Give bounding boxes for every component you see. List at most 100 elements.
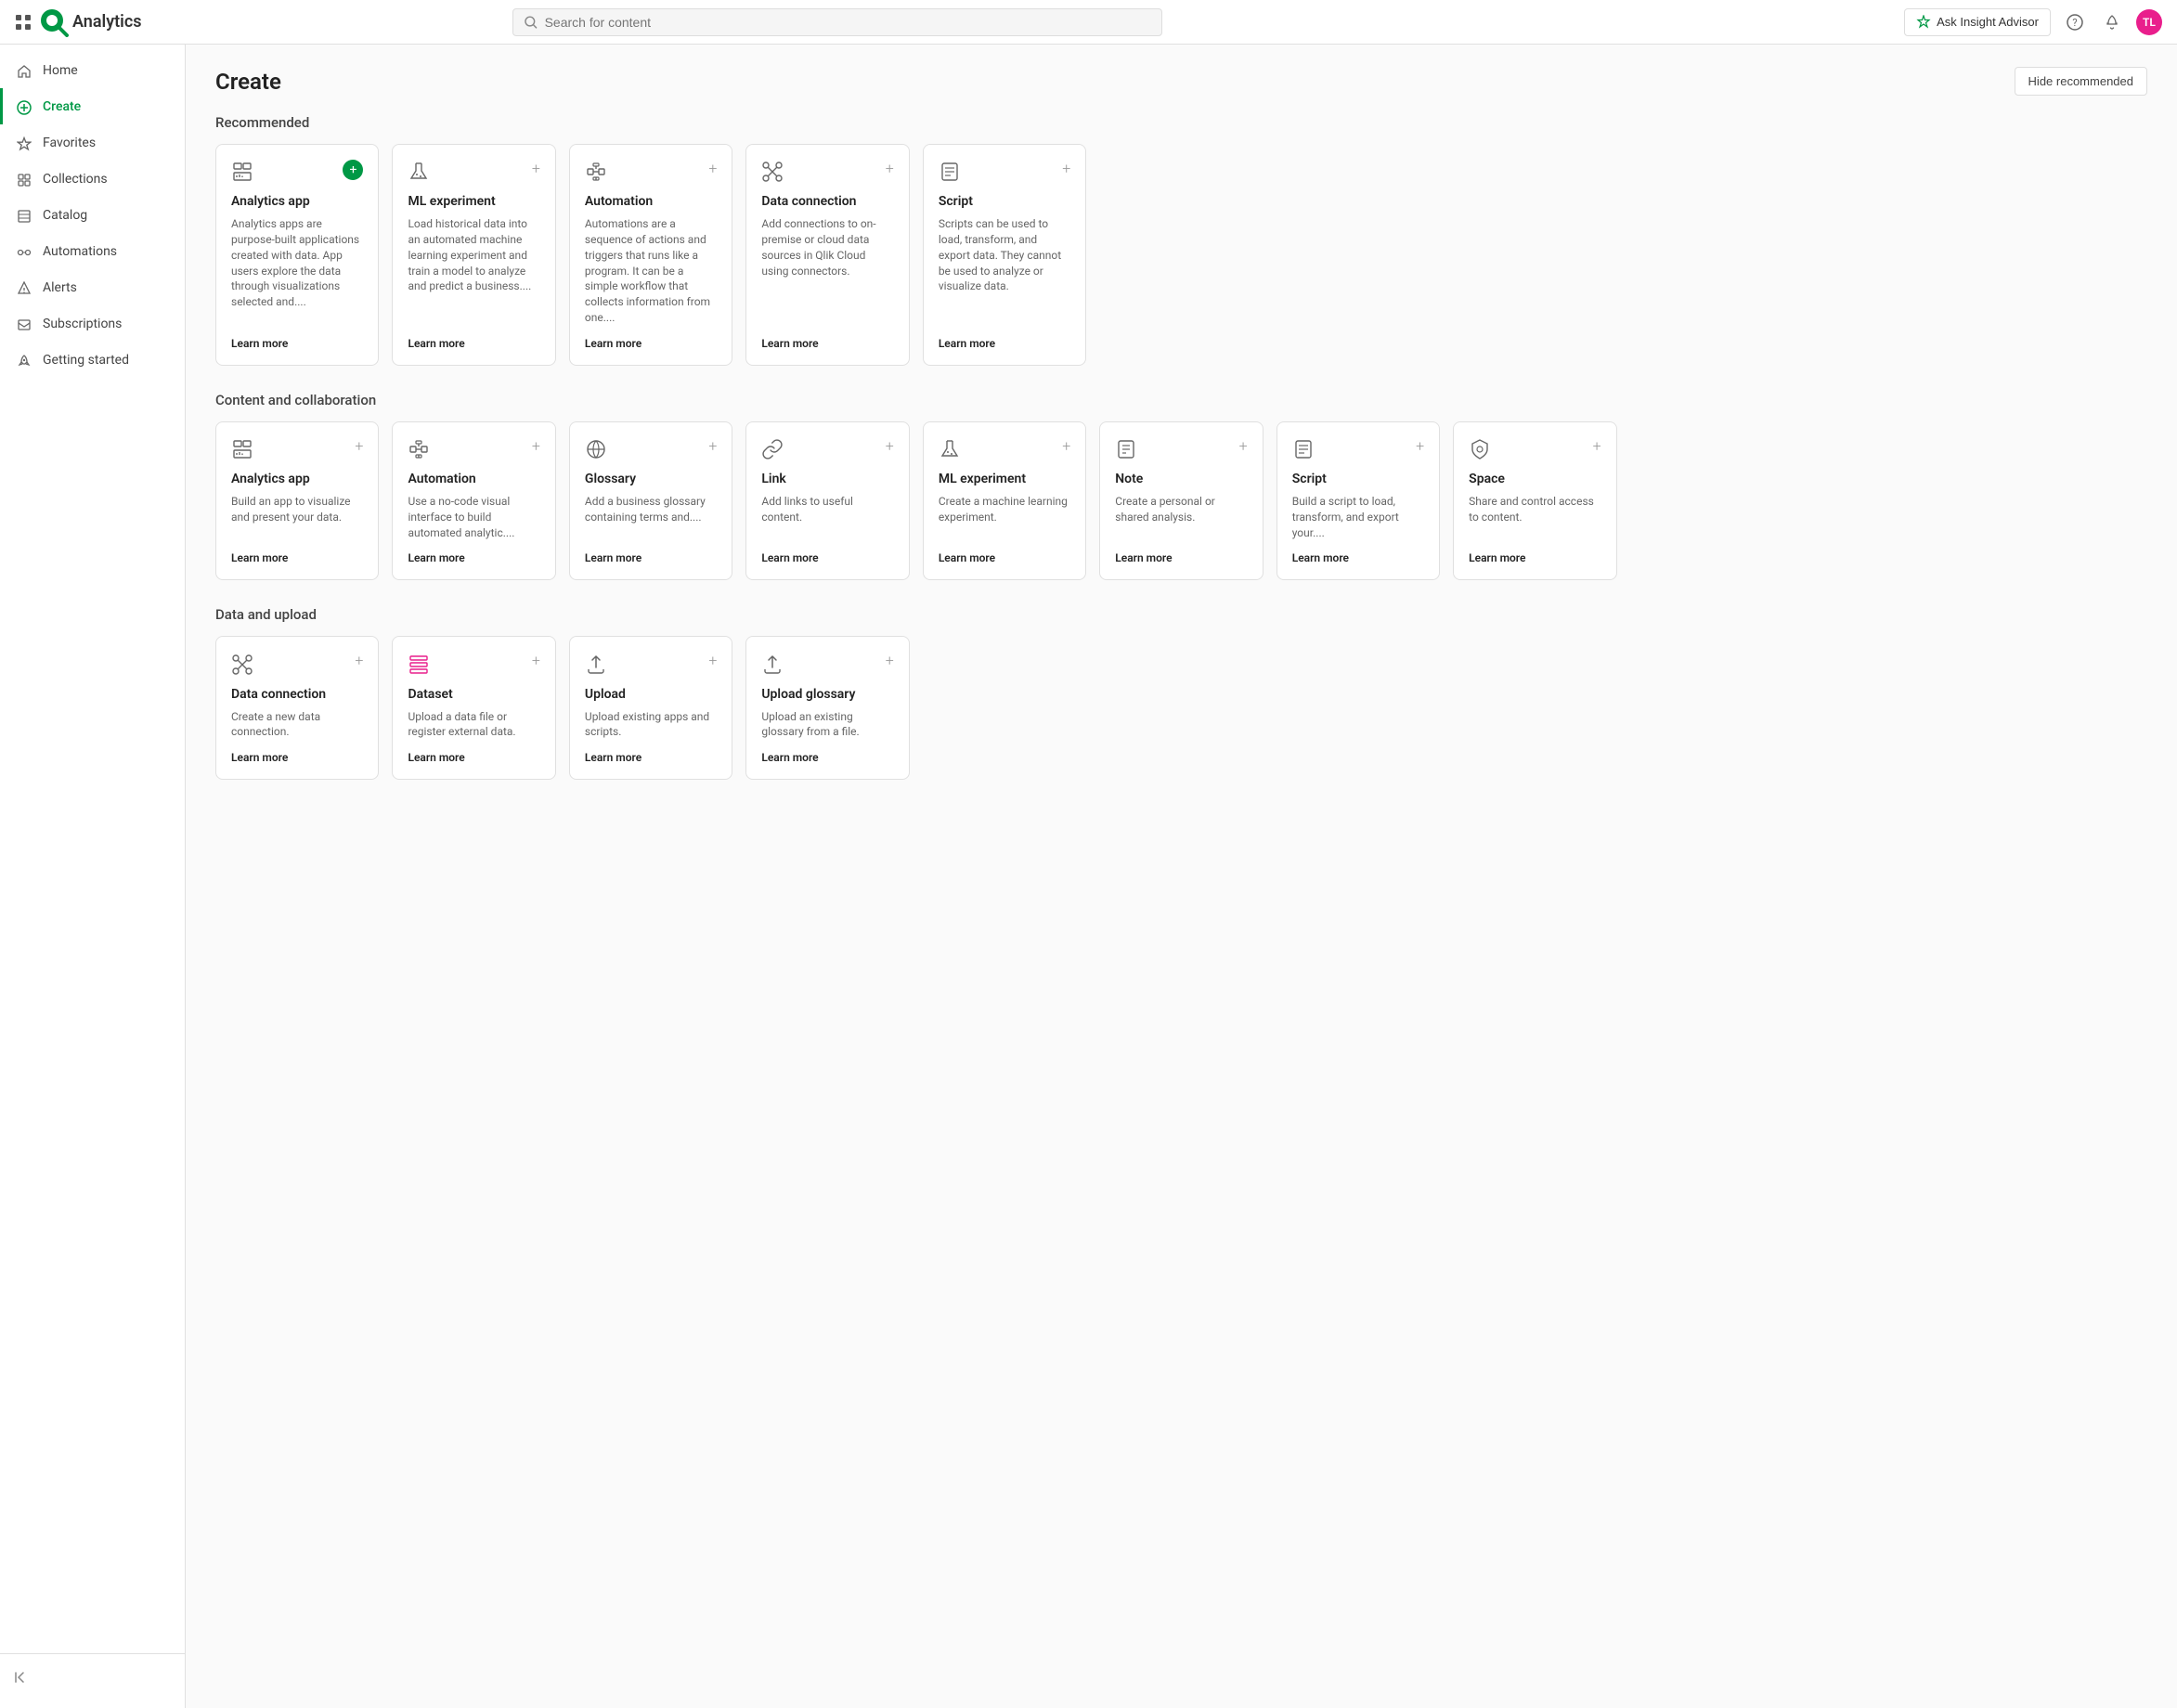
- ml-experiment-icon: [939, 437, 961, 460]
- card-add-button[interactable]: +: [1416, 437, 1424, 455]
- card-learn-more[interactable]: Learn more: [585, 751, 717, 764]
- card-add-button[interactable]: +: [708, 160, 717, 177]
- card-add-button[interactable]: +: [708, 652, 717, 669]
- card-learn-more[interactable]: Learn more: [1469, 551, 1600, 564]
- topnav: Analytics Ask Insight Advisor ?: [0, 0, 2177, 45]
- card-learn-more[interactable]: Learn more: [1115, 551, 1247, 564]
- card-header: +: [1115, 437, 1247, 460]
- card-name: Upload: [585, 687, 717, 702]
- card-name: Script: [939, 194, 1070, 209]
- card-add-button[interactable]: +: [532, 437, 540, 455]
- card-glossary[interactable]: +GlossaryAdd a business glossary contain…: [569, 421, 732, 581]
- card-ml-experiment[interactable]: +ML experimentCreate a machine learning …: [923, 421, 1086, 581]
- card-add-button[interactable]: +: [1062, 160, 1070, 177]
- card-header: +: [408, 160, 539, 183]
- card-learn-more[interactable]: Learn more: [408, 551, 539, 564]
- card-upload-glossary[interactable]: +Upload glossaryUpload an existing gloss…: [745, 636, 909, 780]
- card-automation[interactable]: +AutomationAutomations are a sequence of…: [569, 144, 732, 366]
- card-analytics-app[interactable]: +Analytics appBuild an app to visualize …: [215, 421, 379, 581]
- grid-menu-icon[interactable]: [15, 12, 32, 32]
- collapse-sidebar-button[interactable]: [0, 1662, 185, 1693]
- card-name: ML experiment: [408, 194, 539, 209]
- card-description: Create a personal or shared analysis.: [1115, 494, 1247, 540]
- card-name: Space: [1469, 472, 1600, 486]
- card-add-button[interactable]: +: [343, 160, 363, 180]
- card-ml-experiment[interactable]: +ML experimentLoad historical data into …: [392, 144, 555, 366]
- data-connection-icon: [231, 652, 253, 675]
- script-icon: [1292, 437, 1315, 460]
- notifications-icon[interactable]: [2099, 9, 2125, 35]
- card-dataset[interactable]: +DatasetUpload a data file or register e…: [392, 636, 555, 780]
- sidebar-item-alerts[interactable]: Alerts: [0, 269, 185, 305]
- sidebar-item-favorites[interactable]: Favorites: [0, 124, 185, 161]
- card-note[interactable]: +NoteCreate a personal or shared analysi…: [1099, 421, 1263, 581]
- sidebar-item-automations[interactable]: Automations: [0, 233, 185, 269]
- card-space[interactable]: +SpaceShare and control access to conten…: [1453, 421, 1616, 581]
- card-data-connection[interactable]: +Data connectionAdd connections to on-pr…: [745, 144, 909, 366]
- card-add-button[interactable]: +: [355, 437, 363, 455]
- card-automation[interactable]: +AutomationUse a no-code visual interfac…: [392, 421, 555, 581]
- card-name: Upload glossary: [761, 687, 893, 702]
- card-learn-more[interactable]: Learn more: [585, 551, 717, 564]
- card-name: Data connection: [231, 687, 363, 702]
- card-learn-more[interactable]: Learn more: [231, 337, 363, 350]
- sidebar-item-subscriptions[interactable]: Subscriptions: [0, 305, 185, 342]
- card-learn-more[interactable]: Learn more: [408, 337, 539, 350]
- card-add-button[interactable]: +: [886, 652, 894, 669]
- card-upload[interactable]: +UploadUpload existing apps and scripts.…: [569, 636, 732, 780]
- data-upload-section: Data and upload +Data connectionCreate a…: [215, 606, 2147, 780]
- card-learn-more[interactable]: Learn more: [761, 751, 893, 764]
- help-icon[interactable]: ?: [2062, 9, 2088, 35]
- card-header: +: [585, 652, 717, 675]
- card-description: Scripts can be used to load, transform, …: [939, 216, 1070, 326]
- card-name: Glossary: [585, 472, 717, 486]
- qlik-logo[interactable]: Analytics: [39, 7, 142, 37]
- search-icon: [525, 16, 538, 29]
- sidebar-item-getting-started[interactable]: Getting started: [0, 342, 185, 378]
- card-analytics-app[interactable]: +Analytics appAnalytics apps are purpose…: [215, 144, 379, 366]
- card-add-button[interactable]: +: [886, 160, 894, 177]
- card-learn-more[interactable]: Learn more: [939, 337, 1070, 350]
- data-connection-icon: [761, 160, 784, 183]
- sidebar-item-home[interactable]: Home: [0, 52, 185, 88]
- card-description: Build an app to visualize and present yo…: [231, 494, 363, 540]
- rocket-icon: [15, 351, 33, 369]
- card-learn-more[interactable]: Learn more: [1292, 551, 1424, 564]
- card-header: +: [408, 652, 539, 675]
- card-add-button[interactable]: +: [532, 652, 540, 669]
- card-learn-more[interactable]: Learn more: [761, 551, 893, 564]
- search-input[interactable]: [545, 15, 1150, 30]
- card-add-button[interactable]: +: [1062, 437, 1070, 455]
- card-learn-more[interactable]: Learn more: [408, 751, 539, 764]
- content-collaboration-section: Content and collaboration +Analytics app…: [215, 392, 2147, 581]
- collections-icon: [15, 170, 33, 188]
- card-add-button[interactable]: +: [1593, 437, 1601, 455]
- catalog-icon: [15, 206, 33, 224]
- card-name: Script: [1292, 472, 1424, 486]
- card-learn-more[interactable]: Learn more: [585, 337, 717, 350]
- card-add-button[interactable]: +: [886, 437, 894, 455]
- insight-advisor-button[interactable]: Ask Insight Advisor: [1904, 8, 2051, 36]
- card-add-button[interactable]: +: [355, 652, 363, 669]
- card-script[interactable]: + Script Scripts can be used to load, tran…: [923, 144, 1086, 366]
- card-add-button[interactable]: +: [708, 437, 717, 455]
- card-add-button[interactable]: +: [1239, 437, 1248, 455]
- card-add-button[interactable]: +: [532, 160, 540, 177]
- card-learn-more[interactable]: Learn more: [761, 337, 893, 350]
- content-collaboration-cards-grid: +Analytics appBuild an app to visualize …: [215, 421, 2147, 581]
- card-name: Link: [761, 472, 893, 486]
- card-description: Analytics apps are purpose-built applica…: [231, 216, 363, 326]
- user-avatar[interactable]: TL: [2136, 9, 2162, 35]
- card-link[interactable]: +LinkAdd links to useful content.Learn m…: [745, 421, 909, 581]
- sidebar-item-create[interactable]: Create: [0, 88, 185, 124]
- card-description: Build a script to load, transform, and e…: [1292, 494, 1424, 540]
- sidebar-item-catalog[interactable]: Catalog: [0, 197, 185, 233]
- search-bar[interactable]: [512, 8, 1162, 36]
- card-script[interactable]: + Script Build a script to load, transform…: [1276, 421, 1440, 581]
- card-data-connection[interactable]: +Data connectionCreate a new data connec…: [215, 636, 379, 780]
- hide-recommended-button[interactable]: Hide recommended: [2015, 67, 2147, 96]
- card-learn-more[interactable]: Learn more: [231, 751, 363, 764]
- sidebar-item-collections[interactable]: Collections: [0, 161, 185, 197]
- card-learn-more[interactable]: Learn more: [231, 551, 363, 564]
- card-learn-more[interactable]: Learn more: [939, 551, 1070, 564]
